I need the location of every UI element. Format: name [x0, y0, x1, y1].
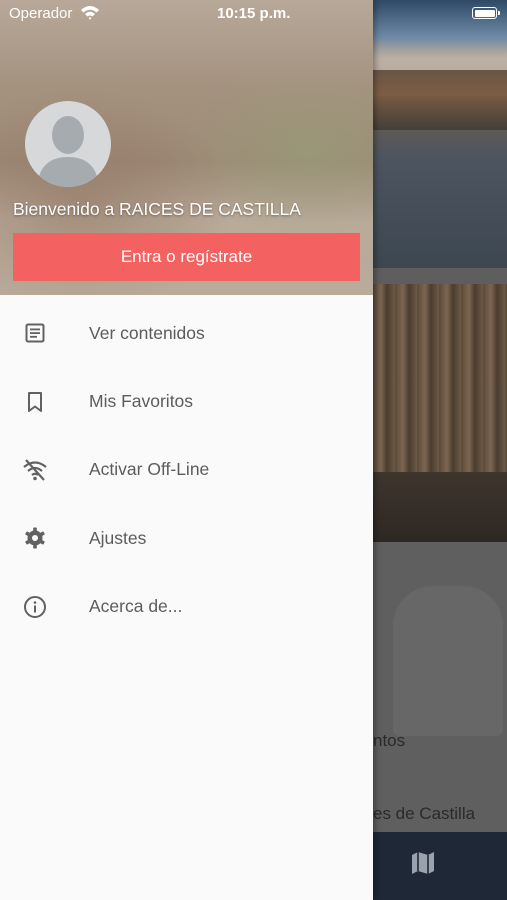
avatar[interactable] [25, 101, 111, 187]
content-card-third[interactable] [373, 542, 507, 832]
card-image-floor [373, 472, 507, 542]
menu-item-ajustes[interactable]: Ajustes [0, 504, 373, 572]
menu-item-acerca-de[interactable]: Acerca de... [0, 573, 373, 641]
menu-item-activar-offline[interactable]: Activar Off-Line [0, 436, 373, 504]
menu-item-ver-contenidos[interactable]: Ver contenidos [0, 299, 373, 367]
map-icon[interactable] [410, 851, 436, 875]
card-separator [373, 268, 507, 284]
menu-item-label: Ver contenidos [89, 322, 205, 343]
document-icon [22, 320, 48, 346]
gear-icon [22, 525, 48, 551]
login-register-button[interactable]: Entra o regístrate [13, 233, 360, 281]
card-caption-partial: ntos [373, 731, 406, 750]
status-time: 10:15 p.m. [217, 5, 291, 22]
wifi-icon [81, 6, 99, 20]
navigation-drawer: Bienvenido a RAICES DE CASTILLA Entra o … [0, 0, 373, 900]
welcome-text: Bienvenido a RAICES DE CASTILLA [13, 199, 301, 219]
bottom-tab-bar [373, 832, 507, 900]
card-title-partial: es de Castilla [373, 804, 476, 823]
carrier-name: Operador [9, 5, 73, 22]
menu-item-label: Mis Favoritos [89, 391, 194, 412]
menu-item-label: Ajustes [89, 527, 147, 548]
menu-item-label: Acerca de... [89, 596, 183, 617]
content-card-landscape[interactable] [373, 0, 507, 268]
card-image-town [373, 70, 507, 130]
menu-item-label: Activar Off-Line [89, 459, 210, 480]
user-silhouette-icon [37, 116, 99, 187]
drawer-menu: Ver contenidos Mis Favoritos Activar Off… [0, 299, 373, 641]
wifi-off-icon [22, 457, 48, 483]
info-icon [22, 594, 48, 620]
menu-item-mis-favoritos[interactable]: Mis Favoritos [0, 367, 373, 435]
battery-icon [472, 7, 500, 19]
battery-level [474, 9, 495, 17]
bookmark-icon [22, 389, 48, 415]
status-bar: Operador 10:15 p.m. [0, 0, 507, 28]
content-card-cloister[interactable] [373, 284, 507, 542]
drawer-header: Bienvenido a RAICES DE CASTILLA Entra o … [0, 0, 373, 295]
login-register-label: Entra o regístrate [120, 247, 253, 266]
card-image-figure [393, 586, 503, 736]
